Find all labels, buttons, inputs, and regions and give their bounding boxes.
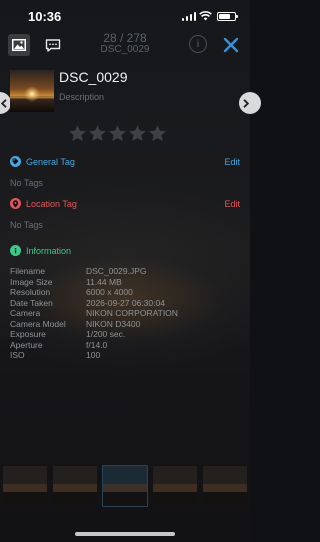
info-row: Exposure 1/200 sec.	[10, 329, 178, 340]
next-photo-button[interactable]	[239, 92, 261, 114]
info-row: Camera Model NIKON D3400	[10, 319, 178, 330]
general-tag-empty: No Tags	[10, 178, 43, 188]
close-button[interactable]	[220, 34, 242, 56]
info-label: Camera	[10, 308, 41, 318]
comments-tab-button[interactable]	[42, 34, 64, 56]
thumbnail-strip	[0, 464, 250, 510]
info-value: f/14.0	[86, 339, 108, 350]
info-label: Image Size	[10, 276, 53, 287]
info-value: 6000 x 4000	[86, 287, 133, 297]
battery-icon	[217, 12, 238, 21]
info-row: Aperture f/14.0	[10, 340, 178, 351]
star-icon[interactable]	[88, 124, 107, 143]
general-tag-header: General Tag	[10, 156, 75, 167]
information-header: Information	[10, 245, 71, 256]
tag-icon	[10, 156, 21, 167]
info-label: Resolution	[10, 287, 51, 297]
info-value: 2026-09-27 06:30:04	[86, 297, 165, 308]
info-icon[interactable]: i	[189, 35, 207, 53]
chat-icon	[45, 38, 61, 52]
information-title: Information	[26, 245, 72, 256]
photo-info-tab-button[interactable]	[8, 34, 30, 56]
filmstrip-thumbnail[interactable]	[153, 466, 197, 506]
info-row: ISO 100	[10, 350, 178, 361]
home-indicator[interactable]	[75, 532, 175, 536]
viewer-toolbar: 28 / 278 DSC_0029 i	[0, 32, 250, 58]
star-icon[interactable]	[108, 124, 127, 143]
photo-thumbnail	[10, 70, 54, 112]
info-label: Aperture	[10, 339, 43, 350]
info-row: Date Taken 2026-09-27 06:30:04	[10, 298, 178, 309]
location-tag-empty: No Tags	[10, 220, 43, 230]
star-icon[interactable]	[148, 124, 167, 143]
photo-index: 28 / 278	[103, 31, 147, 45]
photo-subtitle: DSC_0029	[100, 44, 150, 55]
info-label: Filename	[10, 266, 45, 276]
photo-counter: 28 / 278 DSC_0029	[75, 32, 175, 56]
photo-icon	[12, 39, 26, 51]
status-bar: 10:36	[0, 0, 250, 32]
info-value: 11.44 MB	[86, 276, 122, 287]
info-value: DSC_0029.JPG	[86, 266, 147, 276]
info-label: Exposure	[10, 329, 46, 339]
star-icon[interactable]	[68, 124, 87, 143]
close-icon	[223, 37, 239, 53]
filmstrip-thumbnail[interactable]	[203, 466, 247, 506]
info-value: NIKON CORPORATION	[86, 308, 178, 318]
chevron-left-icon	[1, 98, 7, 108]
filmstrip-thumbnail[interactable]	[53, 466, 97, 506]
info-row: Filename DSC_0029.JPG	[10, 266, 178, 277]
wifi-icon	[199, 11, 212, 21]
info-circle-icon	[10, 245, 21, 256]
information-table: Filename DSC_0029.JPG Image Size 11.44 MB Re…	[10, 266, 178, 361]
location-tag-header: Location Tag	[10, 198, 77, 209]
general-tag-edit-button[interactable]: Edit	[224, 157, 240, 167]
location-tag-edit-button[interactable]: Edit	[224, 199, 240, 209]
general-tag-title: General Tag	[26, 156, 75, 167]
status-time: 10:36	[28, 9, 62, 24]
star-icon[interactable]	[128, 124, 147, 143]
info-row: Camera NIKON CORPORATION	[10, 308, 178, 319]
info-label: Camera Model	[10, 318, 66, 329]
info-letter: i	[196, 38, 200, 50]
filmstrip-thumbnail-selected[interactable]	[102, 465, 148, 507]
chevron-right-icon	[243, 98, 249, 108]
info-row: Resolution 6000 x 4000	[10, 287, 178, 298]
info-label: Date Taken	[10, 297, 53, 308]
info-value: 100	[86, 350, 101, 360]
photo-title: DSC_0029	[59, 69, 128, 85]
location-tag-title: Location Tag	[26, 198, 77, 209]
info-value: 1/200 sec.	[86, 329, 126, 339]
description-field[interactable]: Description	[59, 92, 104, 102]
info-label: ISO	[10, 350, 25, 360]
location-pin-icon	[10, 198, 21, 209]
cellular-signal-icon	[182, 12, 196, 21]
info-row: Image Size 11.44 MB	[10, 277, 178, 288]
filmstrip-thumbnail[interactable]	[3, 466, 47, 506]
info-value: NIKON D3400	[86, 318, 141, 329]
rating-stars	[68, 124, 167, 143]
